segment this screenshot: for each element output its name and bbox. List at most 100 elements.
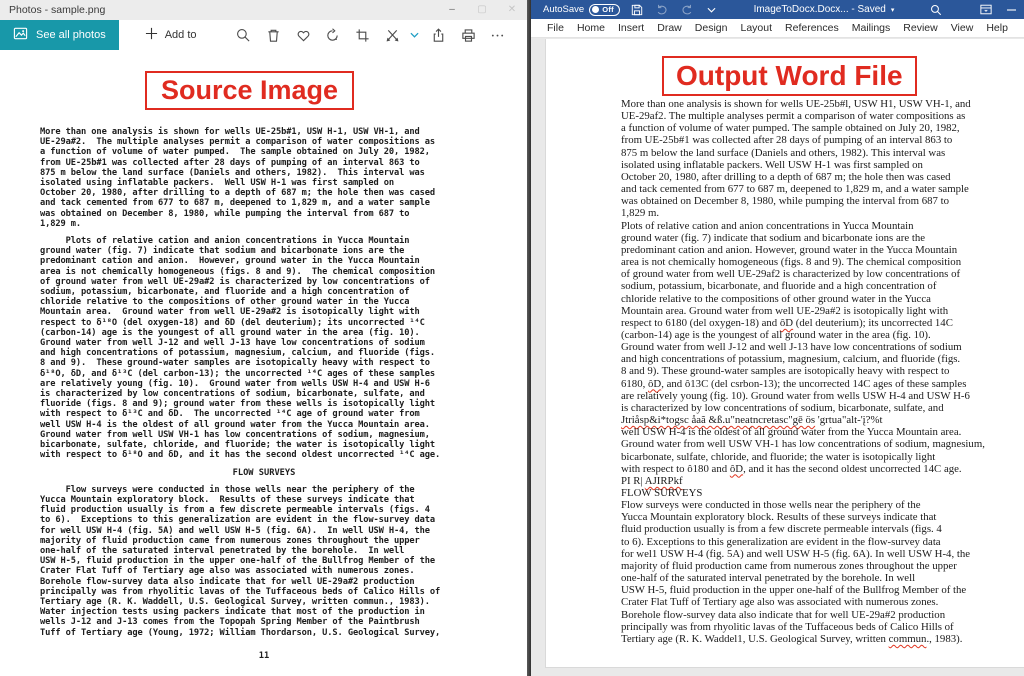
source-image-label: Source Image [145,71,354,110]
word-titlebar[interactable]: AutoSave Off [531,0,1024,19]
word-text-segment: Tertiary age (R. K. Waddel1, U.S. Geolog… [621,633,889,645]
search-icon[interactable] [928,2,944,18]
titlebar-right-controls [978,2,1020,18]
scanned-text-line: fluoride (figs. 8 and 9); ground water f… [40,399,488,409]
word-text-line: Yucca Mountain exploratory block. Result… [621,511,1020,523]
scanned-text-line: with respect to δ¹³C and δD. The uncorre… [40,409,488,419]
word-text-segment: respect to 6180 (del oxygen-18) and [621,317,780,329]
scanned-text-line: majority of fluid production came from n… [40,536,488,546]
scanned-text-line: bicarbonate, sulfate, chloride, and fluo… [40,440,488,450]
word-text-line: bicarbonate, sulfate, chloride, and fluo… [621,451,1020,463]
scanned-text-line: respect to δ¹⁸O (del oxygen-18) and δD (… [40,318,488,328]
word-text-line: Flow surveys were conducted in those wel… [621,499,1020,511]
redo-icon[interactable] [679,2,695,18]
scanned-text-line: Flow surveys were conducted in those wel… [40,485,488,495]
customize-quick-access-icon[interactable] [704,2,720,18]
scanned-text-line: USW H-5, fluid production in the upper o… [40,556,488,566]
scanned-text-line: 8 and 9). These ground-water samples are… [40,358,488,368]
minimize-icon[interactable] [1004,2,1020,18]
word-text-line: Jtriåsp&i*togsc åaã &ß.u"neatncretasc"gē… [621,414,1020,426]
scanned-text-line: sodium, potassium, bicarbonate, and fluo… [40,287,488,297]
delete-icon[interactable] [260,22,286,48]
word-text-segment: , and ô13C (del csrbon-13); the uncorrec… [661,378,966,390]
scanned-text-line: and high concentrations of potassium, ma… [40,348,488,358]
menu-tab-review[interactable]: Review [903,22,937,34]
menu-tab-view[interactable]: View [951,22,974,34]
scanned-text-line: wells J-12 and J-13 comes from the Topop… [40,617,488,627]
word-text-line: 1,829 m. [621,207,1020,219]
document-title[interactable]: ImageToDocx.Docx... - Saved ▾ [754,4,895,15]
menu-tab-file[interactable]: File [547,22,564,34]
word-text-line: More than one analysis is shown for well… [621,98,1020,110]
menu-tab-help[interactable]: Help [986,22,1008,34]
quick-access-toolbar: AutoSave Off [543,2,720,18]
word-text-line: predominant cation and anion. However, g… [621,244,1020,256]
photos-toolbar: See all photos Add to [0,20,527,50]
see-all-photos-label: See all photos [36,29,106,41]
menu-tab-mailings[interactable]: Mailings [852,22,891,34]
close-icon[interactable]: ✕ [497,0,527,20]
scanned-text-line: isolated using inflatable packers. Well … [40,178,488,188]
word-page[interactable]: Output Word File More than one analysis … [545,39,1024,668]
photos-toolbar-icons [207,20,527,50]
word-text-line: respect to 6180 (del oxygen-18) and ôD (… [621,317,1020,329]
edit-and-create-icon[interactable] [380,22,406,48]
menu-tab-insert[interactable]: Insert [618,22,644,34]
crop-icon[interactable] [350,22,376,48]
word-document-text[interactable]: More than one analysis is shown for well… [621,98,1020,645]
edit-dropdown-chevron-icon[interactable] [408,22,422,48]
menu-tab-references[interactable]: References [785,22,839,34]
photos-gallery-icon [13,26,28,44]
menu-tab-draw[interactable]: Draw [657,22,682,34]
scanned-text-line: principally was from rhyolitic lavas of … [40,587,488,597]
share-icon[interactable] [425,22,451,48]
autosave-label: AutoSave [543,4,584,15]
screen: Photos - sample.png – ▢ ✕ See all photos [0,0,1024,676]
scanned-text-line: October 20, 1980, after drilling to a de… [40,188,488,198]
see-all-photos-button[interactable]: See all photos [0,20,119,50]
menu-tab-home[interactable]: Home [577,22,605,34]
scanned-text-line: area is not chemically homogeneous (figs… [40,267,488,277]
word-text-line: ground water (fig. 7) indicate that sodi… [621,232,1020,244]
favorite-icon[interactable] [290,22,316,48]
scanned-paragraph: More than one analysis is shown for well… [40,127,488,229]
more-options-icon[interactable] [485,22,511,48]
spellcheck-flagged-text: commun [889,633,927,645]
titlebar-center: ImageToDocx.Docx... - Saved ▾ [720,2,978,18]
scanned-text-line: one-half of the saturated interval penet… [40,546,488,556]
title-dropdown-caret-icon: ▾ [891,6,895,14]
spellcheck-flagged-text: AJIRPkf [645,475,683,487]
scanned-text-line: Ground water from well USW VH-1 has low … [40,430,488,440]
ribbon-display-options-icon[interactable] [978,2,994,18]
minimize-icon[interactable]: – [437,0,467,20]
scanned-text-line: are relatively young (fig. 10). Ground w… [40,379,488,389]
print-icon[interactable] [455,22,481,48]
word-text-line: is characterized by low concentrations o… [621,402,1020,414]
zoom-icon[interactable] [231,22,257,48]
ribbon-tabs: File Home Insert Draw Design Layout References… [531,19,1024,38]
save-icon[interactable] [629,2,645,18]
word-text-line: to 6). Exceptions to this generalization… [621,536,1020,548]
word-text-line: are relatively young (fig. 10). Ground w… [621,390,1020,402]
word-text-line: (carbon-14) age is the youngest of all g… [621,329,1020,341]
word-text-line: fluid production usually is from a few d… [621,523,1020,535]
scanned-text-line: ground water (fig. 7) indicate that sodi… [40,246,488,256]
photo-viewer-canvas: Source Image More than one analysis is s… [0,50,527,676]
photos-titlebar[interactable]: Photos - sample.png – ▢ ✕ [0,0,527,20]
word-text-line: from UE-25b#1 was collected after 28 day… [621,134,1020,146]
rotate-icon[interactable] [320,22,346,48]
scanned-text-line: a function of volume of water pumped. Th… [40,147,488,157]
scanned-text-line: was obtained on December 8, 1980, while … [40,209,488,219]
menu-tab-design[interactable]: Design [695,22,728,34]
word-text-line: Mountain area. Ground water from well UE… [621,305,1020,317]
scanned-text-line: Tertiary age (R. K. Waddell, U.S. Geolog… [40,597,488,607]
autosave-toggle[interactable]: AutoSave Off [543,4,620,16]
undo-icon[interactable] [654,2,670,18]
word-text-line: isolated using inflatable packers. Well … [621,159,1020,171]
scanned-text-line: (carbon-14) age is the youngest of all g… [40,328,488,338]
plus-icon [145,27,158,43]
word-text-segment: ., 1983). [926,633,962,645]
maximize-icon[interactable]: ▢ [467,0,497,20]
add-to-button[interactable]: Add to [135,20,207,50]
menu-tab-layout[interactable]: Layout [740,22,772,34]
